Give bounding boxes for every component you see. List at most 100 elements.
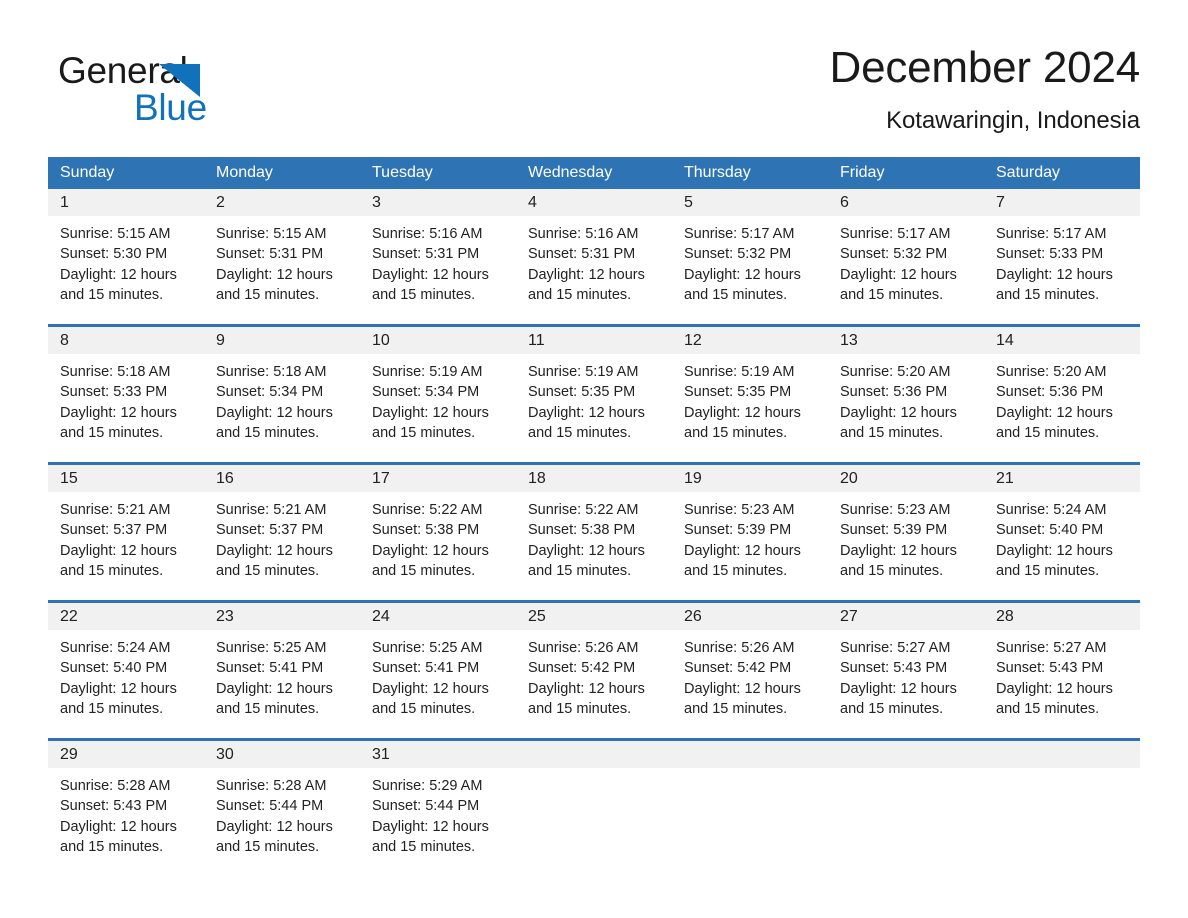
week-detail-row: Sunrise: 5:18 AM Sunset: 5:33 PM Dayligh… (48, 354, 1140, 462)
day-cell[interactable]: Sunrise: 5:18 AM Sunset: 5:33 PM Dayligh… (48, 354, 204, 462)
day-cell[interactable]: Sunrise: 5:28 AM Sunset: 5:44 PM Dayligh… (204, 768, 360, 876)
day-number[interactable]: 10 (360, 327, 516, 354)
daylight-text: Daylight: 12 hours and 15 minutes. (840, 680, 957, 717)
sunset-text: Sunset: 5:36 PM (840, 384, 948, 401)
day-number-empty (672, 741, 828, 768)
day-number[interactable]: 30 (204, 741, 360, 768)
sunrise-text: Sunrise: 5:18 AM (60, 364, 171, 380)
day-cell[interactable]: Sunrise: 5:17 AM Sunset: 5:33 PM Dayligh… (984, 216, 1140, 324)
daylight-text: Daylight: 12 hours and 15 minutes. (216, 404, 333, 441)
day-cell[interactable]: Sunrise: 5:23 AM Sunset: 5:39 PM Dayligh… (672, 492, 828, 600)
day-number[interactable]: 5 (672, 189, 828, 216)
day-cell[interactable]: Sunrise: 5:28 AM Sunset: 5:43 PM Dayligh… (48, 768, 204, 876)
day-number[interactable]: 4 (516, 189, 672, 216)
day-number[interactable]: 13 (828, 327, 984, 354)
day-number[interactable]: 26 (672, 603, 828, 630)
sunrise-text: Sunrise: 5:17 AM (840, 226, 951, 242)
generalblue-logo[interactable]: General Blue (58, 50, 318, 136)
sunrise-text: Sunrise: 5:29 AM (372, 778, 483, 794)
day-number[interactable]: 21 (984, 465, 1140, 492)
day-cell[interactable]: Sunrise: 5:17 AM Sunset: 5:32 PM Dayligh… (828, 216, 984, 324)
week-date-numbers: 15 16 17 18 19 20 21 (48, 465, 1140, 492)
day-number[interactable]: 15 (48, 465, 204, 492)
day-cell[interactable]: Sunrise: 5:23 AM Sunset: 5:39 PM Dayligh… (828, 492, 984, 600)
daylight-text: Daylight: 12 hours and 15 minutes. (60, 818, 177, 855)
day-cell[interactable]: Sunrise: 5:16 AM Sunset: 5:31 PM Dayligh… (360, 216, 516, 324)
day-number[interactable]: 8 (48, 327, 204, 354)
sunset-text: Sunset: 5:39 PM (840, 522, 948, 539)
day-number[interactable]: 25 (516, 603, 672, 630)
day-cell[interactable]: Sunrise: 5:29 AM Sunset: 5:44 PM Dayligh… (360, 768, 516, 876)
day-cell[interactable]: Sunrise: 5:21 AM Sunset: 5:37 PM Dayligh… (204, 492, 360, 600)
day-cell[interactable]: Sunrise: 5:17 AM Sunset: 5:32 PM Dayligh… (672, 216, 828, 324)
day-cell[interactable]: Sunrise: 5:19 AM Sunset: 5:35 PM Dayligh… (516, 354, 672, 462)
sunset-text: Sunset: 5:34 PM (372, 384, 480, 401)
day-number[interactable]: 6 (828, 189, 984, 216)
day-number[interactable]: 29 (48, 741, 204, 768)
day-cell[interactable]: Sunrise: 5:18 AM Sunset: 5:34 PM Dayligh… (204, 354, 360, 462)
week-row: 15 16 17 18 19 20 21 Sunrise: 5:21 AM Su… (48, 462, 1140, 600)
day-cell[interactable]: Sunrise: 5:26 AM Sunset: 5:42 PM Dayligh… (516, 630, 672, 738)
daylight-text: Daylight: 12 hours and 15 minutes. (372, 542, 489, 579)
day-cell[interactable]: Sunrise: 5:22 AM Sunset: 5:38 PM Dayligh… (516, 492, 672, 600)
sunrise-text: Sunrise: 5:16 AM (528, 226, 639, 242)
sunset-text: Sunset: 5:38 PM (528, 522, 636, 539)
sunset-text: Sunset: 5:32 PM (684, 246, 792, 263)
day-cell[interactable]: Sunrise: 5:25 AM Sunset: 5:41 PM Dayligh… (204, 630, 360, 738)
day-number[interactable]: 11 (516, 327, 672, 354)
day-number[interactable]: 27 (828, 603, 984, 630)
day-cell[interactable]: Sunrise: 5:25 AM Sunset: 5:41 PM Dayligh… (360, 630, 516, 738)
day-cell[interactable]: Sunrise: 5:20 AM Sunset: 5:36 PM Dayligh… (828, 354, 984, 462)
sunrise-text: Sunrise: 5:25 AM (216, 640, 327, 656)
day-number[interactable]: 23 (204, 603, 360, 630)
day-number[interactable]: 1 (48, 189, 204, 216)
day-number[interactable]: 2 (204, 189, 360, 216)
day-number[interactable]: 31 (360, 741, 516, 768)
page-title: December 2024 (829, 43, 1141, 92)
day-number[interactable]: 7 (984, 189, 1140, 216)
daylight-text: Daylight: 12 hours and 15 minutes. (528, 680, 645, 717)
day-cell[interactable]: Sunrise: 5:16 AM Sunset: 5:31 PM Dayligh… (516, 216, 672, 324)
day-number[interactable]: 9 (204, 327, 360, 354)
sunset-text: Sunset: 5:32 PM (840, 246, 948, 263)
day-number[interactable]: 20 (828, 465, 984, 492)
daylight-text: Daylight: 12 hours and 15 minutes. (60, 542, 177, 579)
day-cell[interactable]: Sunrise: 5:22 AM Sunset: 5:38 PM Dayligh… (360, 492, 516, 600)
day-cell[interactable]: Sunrise: 5:27 AM Sunset: 5:43 PM Dayligh… (828, 630, 984, 738)
day-cell[interactable]: Sunrise: 5:15 AM Sunset: 5:30 PM Dayligh… (48, 216, 204, 324)
day-number[interactable]: 24 (360, 603, 516, 630)
day-number[interactable]: 14 (984, 327, 1140, 354)
day-number[interactable]: 28 (984, 603, 1140, 630)
day-number[interactable]: 18 (516, 465, 672, 492)
day-cell[interactable]: Sunrise: 5:19 AM Sunset: 5:35 PM Dayligh… (672, 354, 828, 462)
logo-text-blue: Blue (134, 87, 207, 128)
day-number[interactable]: 12 (672, 327, 828, 354)
weekday-header-saturday: Saturday (996, 164, 1061, 181)
sunrise-text: Sunrise: 5:21 AM (216, 502, 327, 518)
day-number[interactable]: 19 (672, 465, 828, 492)
sunset-text: Sunset: 5:40 PM (996, 522, 1104, 539)
day-number[interactable]: 22 (48, 603, 204, 630)
daylight-text: Daylight: 12 hours and 15 minutes. (216, 266, 333, 303)
day-number[interactable]: 17 (360, 465, 516, 492)
sunrise-text: Sunrise: 5:27 AM (996, 640, 1107, 656)
day-cell[interactable]: Sunrise: 5:27 AM Sunset: 5:43 PM Dayligh… (984, 630, 1140, 738)
sunrise-text: Sunrise: 5:26 AM (684, 640, 795, 656)
sunrise-text: Sunrise: 5:22 AM (528, 502, 639, 518)
day-cell[interactable]: Sunrise: 5:26 AM Sunset: 5:42 PM Dayligh… (672, 630, 828, 738)
day-cell[interactable]: Sunrise: 5:15 AM Sunset: 5:31 PM Dayligh… (204, 216, 360, 324)
day-number[interactable]: 3 (360, 189, 516, 216)
daylight-text: Daylight: 12 hours and 15 minutes. (528, 404, 645, 441)
day-cell[interactable]: Sunrise: 5:19 AM Sunset: 5:34 PM Dayligh… (360, 354, 516, 462)
title-block: December 2024 Kotawaringin, Indonesia (500, 40, 1141, 138)
sunrise-text: Sunrise: 5:17 AM (684, 226, 795, 242)
day-cell-empty (984, 768, 1140, 876)
day-cell[interactable]: Sunrise: 5:20 AM Sunset: 5:36 PM Dayligh… (984, 354, 1140, 462)
day-cell[interactable]: Sunrise: 5:24 AM Sunset: 5:40 PM Dayligh… (984, 492, 1140, 600)
daylight-text: Daylight: 12 hours and 15 minutes. (684, 266, 801, 303)
day-cell[interactable]: Sunrise: 5:21 AM Sunset: 5:37 PM Dayligh… (48, 492, 204, 600)
sunset-text: Sunset: 5:33 PM (60, 384, 168, 401)
day-cell[interactable]: Sunrise: 5:24 AM Sunset: 5:40 PM Dayligh… (48, 630, 204, 738)
week-row: 8 9 10 11 12 13 14 Sunrise: 5:18 AM Suns… (48, 324, 1140, 462)
day-number[interactable]: 16 (204, 465, 360, 492)
